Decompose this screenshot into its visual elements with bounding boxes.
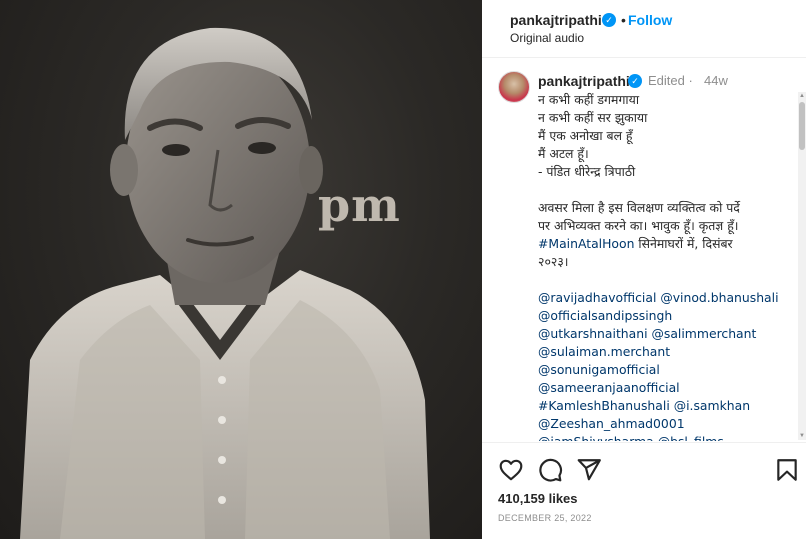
post-time[interactable]: 44w: [704, 73, 728, 88]
heart-icon[interactable]: [498, 457, 524, 483]
caption-scrollbar[interactable]: ▲ ▼: [798, 92, 806, 440]
post-header: pankajtripathi ✓ • Follow Original audio: [482, 0, 806, 58]
caption-username[interactable]: pankajtripathi: [538, 73, 630, 89]
mention-link[interactable]: @iamShivvsharma @bsl_films: [538, 433, 796, 441]
header-username[interactable]: pankajtripathi: [510, 12, 602, 28]
verified-badge-icon: ✓: [628, 74, 642, 88]
scroll-up-arrow-icon[interactable]: ▲: [798, 92, 806, 100]
header-separator: •: [621, 12, 626, 28]
share-icon[interactable]: [576, 457, 602, 483]
caption-line: अवसर मिला है इस विलक्षण व्यक्तित्व को पर…: [538, 200, 740, 215]
caption-line: २०२३।: [538, 254, 569, 269]
mention-link[interactable]: @sameeranjaanofficial: [538, 379, 796, 397]
media-overlay-text: pm: [318, 178, 401, 232]
mention-link[interactable]: #KamleshBhanushali @i.samkhan: [538, 397, 796, 415]
caption-line: न कभी कहीं डगमगाया: [538, 92, 640, 107]
mention-link[interactable]: @utkarshnaithani @salimmerchant: [538, 325, 796, 343]
follow-button[interactable]: Follow: [628, 12, 672, 28]
scroll-thumb[interactable]: [799, 102, 805, 150]
action-bar: 410,159 likes DECEMBER 25, 2022: [482, 442, 806, 539]
scroll-down-arrow-icon[interactable]: ▼: [798, 432, 806, 440]
edited-label: Edited ·: [648, 73, 693, 88]
audio-link[interactable]: Original audio: [510, 31, 584, 45]
likes-count[interactable]: 410,159 likes: [498, 491, 578, 506]
post-details-panel: pankajtripathi ✓ • Follow Original audio…: [482, 0, 806, 539]
bookmark-icon[interactable]: [774, 457, 800, 483]
mention-link[interactable]: @officialsandipssingh: [538, 307, 796, 325]
caption-line: न कभी कहीं सर झुकाया: [538, 110, 648, 125]
verified-badge-icon: ✓: [602, 13, 616, 27]
avatar[interactable]: [498, 71, 530, 103]
mention-link[interactable]: @sonunigamofficial: [538, 361, 796, 379]
hashtag-link[interactable]: #MainAtalHoon: [538, 236, 634, 251]
comment-icon[interactable]: [537, 457, 563, 483]
caption-line: #MainAtalHoon सिनेमाघरों में, दिसंबर: [538, 236, 733, 251]
caption-line: मैं अटल हूँ।: [538, 146, 589, 161]
portrait-illustration: [20, 27, 430, 539]
post-image[interactable]: pm: [0, 0, 482, 539]
caption-text: न कभी कहीं डगमगाया न कभी कहीं सर झुकाया …: [538, 91, 796, 441]
caption-line: पर अभिव्यक्त करने का। भावुक हूँ। कृतज्ञ …: [538, 218, 739, 233]
post-date[interactable]: DECEMBER 25, 2022: [498, 513, 592, 523]
caption-line: मैं एक अनोखा बल हूँ: [538, 128, 633, 143]
mention-link[interactable]: @Zeeshan_ahmad0001: [538, 415, 796, 433]
mention-link[interactable]: @sulaiman.merchant: [538, 343, 796, 361]
caption-line: - पंडित धीरेन्द्र त्रिपाठी: [538, 164, 636, 179]
caption-section: pankajtripathi ✓ Edited · 44w न कभी कहीं…: [482, 59, 806, 441]
mention-link[interactable]: @ravijadhavofficial @vinod.bhanushali: [538, 289, 796, 307]
